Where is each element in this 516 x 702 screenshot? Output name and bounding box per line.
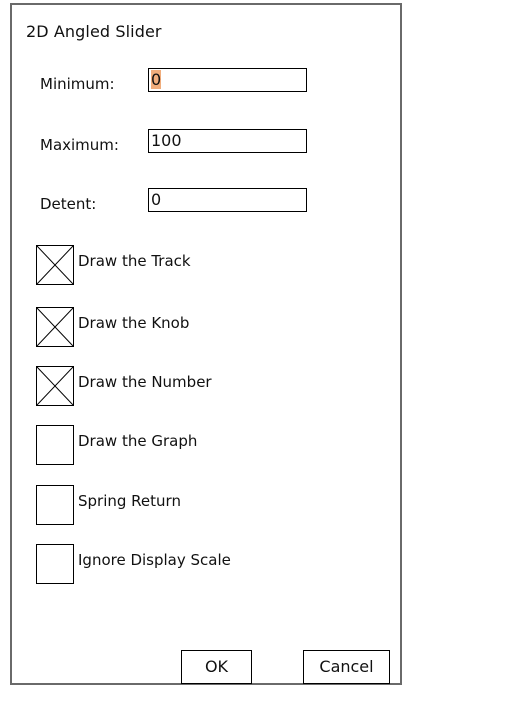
maximum-value: 100 (151, 131, 182, 150)
draw-track-label: Draw the Track (78, 252, 191, 270)
draw-graph-checkbox[interactable] (36, 425, 74, 465)
draw-knob-label: Draw the Knob (78, 314, 190, 332)
draw-number-checkbox[interactable] (36, 366, 74, 406)
draw-knob-checkbox[interactable] (36, 307, 74, 347)
check-x-icon (37, 367, 73, 405)
detent-value: 0 (151, 190, 162, 209)
slider-settings-dialog: 2D Angled Slider Minimum: 0 Maximum: 100… (10, 3, 402, 685)
detent-label: Detent: (40, 195, 97, 213)
spring-return-checkbox[interactable] (36, 485, 74, 525)
draw-track-checkbox[interactable] (36, 245, 74, 285)
draw-number-label: Draw the Number (78, 373, 212, 391)
ignore-display-scale-label: Ignore Display Scale (78, 551, 231, 569)
cancel-button[interactable]: Cancel (303, 650, 390, 684)
maximum-input[interactable]: 100 (148, 129, 307, 153)
minimum-input[interactable]: 0 (148, 68, 307, 92)
ignore-display-scale-checkbox[interactable] (36, 544, 74, 584)
draw-graph-label: Draw the Graph (78, 432, 198, 450)
check-x-icon (37, 246, 73, 284)
minimum-label: Minimum: (40, 75, 115, 93)
spring-return-label: Spring Return (78, 492, 181, 510)
ok-button[interactable]: OK (181, 650, 252, 684)
maximum-label: Maximum: (40, 136, 119, 154)
dialog-title: 2D Angled Slider (26, 22, 162, 41)
minimum-value: 0 (151, 70, 162, 89)
check-x-icon (37, 308, 73, 346)
detent-input[interactable]: 0 (148, 188, 307, 212)
